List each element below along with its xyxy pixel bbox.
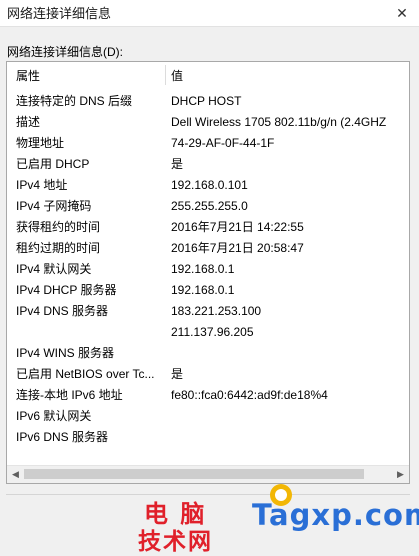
scroll-right-icon[interactable]: ▶ (392, 466, 409, 483)
row-value: 255.255.255.0 (171, 199, 248, 213)
row-value: 183.221.253.100 (171, 304, 262, 318)
row-property: 获得租约的时间 (16, 220, 101, 234)
row-value: 192.168.0.1 (171, 283, 235, 297)
column-divider[interactable] (165, 65, 166, 85)
divider (6, 494, 410, 495)
row-property: 连接-本地 IPv6 地址 (16, 388, 123, 402)
row-property: IPv4 DNS 服务器 (16, 304, 109, 318)
details-label: 网络连接详细信息(D): (7, 45, 123, 59)
row-value: Dell Wireless 1705 802.11b/g/n (2.4GHZ (171, 115, 387, 129)
column-header-property[interactable]: 属性 (16, 68, 40, 84)
scroll-left-icon[interactable]: ◀ (7, 466, 24, 483)
row-property: IPv4 DHCP 服务器 (16, 283, 117, 297)
row-property: IPv4 地址 (16, 178, 68, 192)
row-value: 是 (171, 157, 184, 171)
row-value: 2016年7月21日 20:58:47 (171, 241, 304, 255)
row-property: 已启用 NetBIOS over Tc... (16, 367, 155, 381)
close-icon[interactable]: ✕ (385, 0, 419, 26)
horizontal-scrollbar[interactable]: ◀ ▶ (7, 465, 409, 483)
row-value: 是 (171, 367, 184, 381)
row-value: fe80::fca0:6442:ad9f:de18%4 (171, 388, 328, 402)
row-value: 192.168.0.1 (171, 262, 235, 276)
row-value: 211.137.96.205 (171, 325, 254, 339)
list-header: 属性 值 (7, 62, 409, 88)
row-property: IPv4 子网掩码 (16, 199, 92, 213)
watermark-site: Tagxp.com (252, 498, 419, 532)
row-property: 物理地址 (16, 136, 65, 150)
row-value: 2016年7月21日 14:22:55 (171, 220, 304, 234)
row-property: IPv4 默认网关 (16, 262, 92, 276)
row-value: 192.168.0.101 (171, 178, 248, 192)
row-property: 租约过期的时间 (16, 241, 101, 255)
row-property: IPv6 DNS 服务器 (16, 430, 109, 444)
title-bar: 网络连接详细信息 ✕ (0, 0, 419, 27)
row-value: 74-29-AF-0F-44-1F (171, 136, 275, 150)
scrollbar-thumb[interactable] (24, 469, 364, 479)
row-property: 描述 (16, 115, 41, 129)
row-property: 已启用 DHCP (16, 157, 90, 171)
details-list[interactable]: 属性 值 连接特定的 DNS 后缀 DHCP HOST 描述 Dell Wire… (6, 61, 410, 484)
row-property: IPv4 WINS 服务器 (16, 346, 115, 360)
row-value: DHCP HOST (171, 94, 242, 108)
row-property: IPv6 默认网关 (16, 409, 92, 423)
column-header-value[interactable]: 值 (171, 68, 183, 84)
row-property: 连接特定的 DNS 后缀 (16, 94, 133, 108)
window-title: 网络连接详细信息 (7, 6, 112, 21)
